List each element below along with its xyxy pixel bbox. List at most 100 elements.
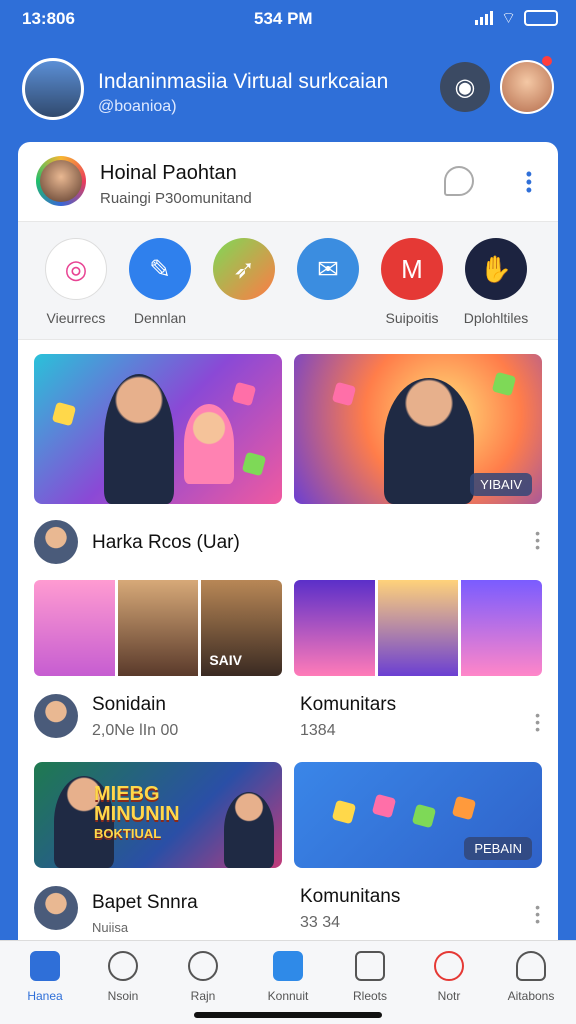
header-title: Indaninmasiia Virtual surkcaian xyxy=(98,70,389,93)
edit-icon: ✎ xyxy=(129,238,191,300)
photo-tile xyxy=(117,580,199,676)
person-figure xyxy=(384,378,474,504)
section-name: Sonidain xyxy=(92,694,166,715)
app-label: Dennlan xyxy=(133,310,187,326)
nav-label: Nsoin xyxy=(107,989,139,1003)
more-icon[interactable]: • • • xyxy=(535,526,540,554)
app-label: Vieurrecs xyxy=(46,310,106,326)
app-label: Dplohltiles xyxy=(463,310,529,326)
avatar[interactable] xyxy=(22,58,84,120)
wifi-icon: ⌔ xyxy=(500,10,516,27)
nav-emoji[interactable]: Rajn xyxy=(168,951,238,1003)
bottom-nav: Hanea Nsoin Rajn Konnuit Rleots Notr Ait… xyxy=(0,940,576,1024)
photo-tile: SAIV xyxy=(201,580,282,676)
profile-avatar[interactable] xyxy=(36,156,86,206)
photo-tile xyxy=(294,580,375,676)
app-shortcut-4[interactable]: ✉ xyxy=(294,238,362,310)
cube-decoration xyxy=(411,803,437,829)
section-value: 1384 xyxy=(300,722,336,739)
cube-decoration xyxy=(51,401,77,427)
more-icon[interactable]: • • • xyxy=(535,708,540,736)
discord-icon[interactable]: ◉ xyxy=(440,62,490,112)
photo-tile xyxy=(377,580,459,676)
app-shortcuts: ◎ Vieurrecs ✎ Dennlan ➶ ✉ M Suipoitis ✋ … xyxy=(18,222,558,340)
app-shortcut-5[interactable]: M Suipoitis xyxy=(378,238,446,326)
home-icon xyxy=(30,951,60,981)
nav-search[interactable]: Nsoin xyxy=(88,951,158,1003)
app-shortcut-6[interactable]: ✋ Dplohltiles xyxy=(462,238,530,326)
nav-music[interactable]: Notr xyxy=(414,951,484,1003)
section-value: 33 34 xyxy=(300,914,341,931)
gmail-icon: M xyxy=(381,238,443,300)
nav-photos[interactable]: Rleots xyxy=(335,951,405,1003)
promo-banner[interactable]: MIEBG MINUNIN BOKTIUAL xyxy=(34,762,282,868)
nav-label: Notr xyxy=(437,989,461,1003)
battery-icon xyxy=(524,10,558,26)
mail-icon: ✉ xyxy=(297,238,359,300)
cube-decoration xyxy=(231,381,257,407)
cube-decoration xyxy=(241,451,267,477)
app-shortcut-3[interactable]: ➶ xyxy=(210,238,278,310)
section-left: Sonidain 2,0Ne lIn 00 xyxy=(92,694,178,740)
feed-image-blue[interactable]: PEBAIN xyxy=(294,762,542,868)
main-card: Hoinal Paohtan Ruaingi P30omunitand • • • … xyxy=(18,142,558,1024)
nav-label: Konnuit xyxy=(267,989,309,1003)
profile-title: Hoinal Paohtan xyxy=(100,162,237,184)
section-name: Komunitars xyxy=(300,694,397,715)
avatar[interactable] xyxy=(34,886,78,930)
home-indicator[interactable] xyxy=(194,1012,382,1018)
emoji-icon xyxy=(188,951,218,981)
section-name: Bapet Snnra xyxy=(92,892,198,913)
promo-text: MIEBG MINUNIN BOKTIUAL xyxy=(94,784,180,844)
profile-icon xyxy=(516,951,546,981)
section-bottom-left: Bapet Snnra Nuiisa xyxy=(92,892,198,935)
section-bottom-right: Komunitans 33 34 xyxy=(300,886,400,932)
profile-avatar[interactable] xyxy=(500,60,554,114)
nav-label: Rleots xyxy=(352,989,387,1003)
more-icon[interactable]: • • • xyxy=(535,900,540,928)
toy-figure xyxy=(184,404,234,484)
chat-icon[interactable] xyxy=(444,166,474,196)
nav-label: Hanea xyxy=(27,989,63,1003)
app-header: Indaninmasiia Virtual surkcaian @boanioa… xyxy=(22,56,554,126)
search-icon xyxy=(108,951,138,981)
section-name: Komunitans xyxy=(300,886,401,907)
rocket-icon: ➶ xyxy=(213,238,275,300)
photo-strip-left[interactable]: SAIV xyxy=(34,580,282,676)
profile-row[interactable]: Hoinal Paohtan Ruaingi P30omunitand • • • xyxy=(18,142,558,222)
nav-community[interactable]: Konnuit xyxy=(253,951,323,1003)
nav-profile[interactable]: Aitabons xyxy=(496,951,566,1003)
feed-image-guitar[interactable] xyxy=(34,354,282,504)
avatar[interactable] xyxy=(34,520,78,564)
hands-icon: ✋ xyxy=(465,238,527,300)
cube-decoration xyxy=(371,793,397,819)
photos-icon xyxy=(355,951,385,981)
feed-image-singer[interactable]: YIBAIV xyxy=(294,354,542,504)
post-title: Harka Rcos (Uar) xyxy=(92,532,240,553)
person-figure xyxy=(104,374,174,504)
header-handle[interactable]: @boanioa) xyxy=(98,98,177,116)
community-icon xyxy=(273,951,303,981)
avatar[interactable] xyxy=(34,694,78,738)
status-time-center: 534 PM xyxy=(254,9,313,28)
notification-dot xyxy=(542,56,552,66)
cube-decoration xyxy=(451,795,477,821)
section-value: Nuiisa xyxy=(92,920,129,935)
profile-subtitle: Ruaingi P30omunitand xyxy=(100,190,252,207)
promo-line-1: MIEBG xyxy=(94,783,160,805)
nav-label: Aitabons xyxy=(507,989,555,1003)
status-time-left: 13:806 xyxy=(22,9,75,28)
app-shortcut-1[interactable]: ◎ Vieurrecs xyxy=(42,238,110,326)
section-right: Komunitars 1384 xyxy=(300,694,396,740)
post-header[interactable]: Harka Rcos (Uar) • • • xyxy=(18,512,558,572)
photo-tile xyxy=(461,580,542,676)
photo-strip-right[interactable] xyxy=(294,580,542,676)
more-icon[interactable]: • • • xyxy=(526,165,532,199)
photo-tile xyxy=(34,580,115,676)
app-label: Suipoitis xyxy=(385,310,439,326)
cube-decoration xyxy=(331,381,357,407)
app-shortcut-2[interactable]: ✎ Dennlan xyxy=(126,238,194,326)
promo-line-3: BOKTIUAL xyxy=(94,826,162,841)
music-icon xyxy=(434,951,464,981)
nav-home[interactable]: Hanea xyxy=(10,951,80,1003)
